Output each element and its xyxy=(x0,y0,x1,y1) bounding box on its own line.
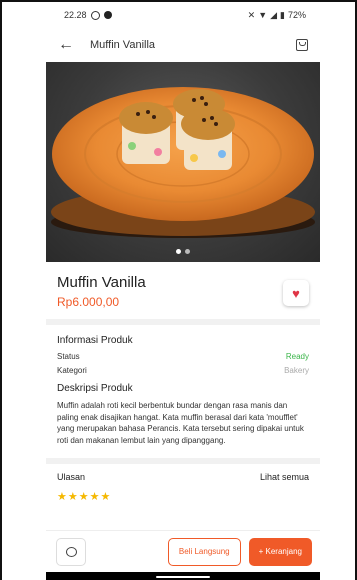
carousel-dot[interactable] xyxy=(185,249,190,254)
battery-percent: 72% xyxy=(287,10,306,20)
product-details: Muffin Vanilla Rp6.000,00 ♥ Informasi Pr… xyxy=(46,262,320,502)
app-bar-title: Muffin Vanilla xyxy=(90,39,156,51)
carousel-indicator xyxy=(46,249,320,254)
status-bar: 22.28 ✕ ▼ ◢ ▮ 72% xyxy=(46,2,320,28)
chat-button[interactable] xyxy=(56,537,86,566)
status-label: Status xyxy=(57,352,80,361)
description-title: Deskripsi Produk xyxy=(57,383,133,394)
product-info-title: Informasi Produk xyxy=(57,335,133,346)
phone-screen: 22.28 ✕ ▼ ◢ ▮ 72% ← Muffin Vanilla Muffi… xyxy=(46,2,320,580)
heart-icon: ♥ xyxy=(292,285,300,301)
signal-icon: ◢ xyxy=(270,9,278,20)
category-label: Kategori xyxy=(57,366,87,375)
status-row: Status Ready xyxy=(57,352,309,361)
back-arrow-icon[interactable]: ← xyxy=(58,36,80,54)
wifi-icon: ▼ xyxy=(258,10,268,20)
home-gesture-handle[interactable] xyxy=(156,576,210,578)
reviews-header: Ulasan Lihat semua xyxy=(46,464,320,490)
system-nav-bar xyxy=(46,572,320,580)
carousel-dot-active[interactable] xyxy=(176,249,181,254)
status-value: Ready xyxy=(285,352,309,361)
product-image-carousel[interactable] xyxy=(46,62,320,262)
notification-dot-icon xyxy=(103,11,112,19)
bottom-action-bar: Beli Langsung + Keranjang xyxy=(46,530,320,572)
battery-icon: ▮ xyxy=(280,9,285,20)
favorite-button[interactable]: ♥ xyxy=(283,280,309,306)
category-row: Kategori Bakery xyxy=(57,366,309,375)
shopping-bag-icon[interactable] xyxy=(296,39,308,51)
add-to-cart-button[interactable]: + Keranjang xyxy=(248,537,312,566)
see-all-reviews-link[interactable]: Lihat semua xyxy=(260,472,309,482)
buy-now-button[interactable]: Beli Langsung xyxy=(167,537,241,566)
description-text: Muffin adalah roti kecil berbentuk bunda… xyxy=(57,401,304,445)
screenshot-frame: 22.28 ✕ ▼ ◢ ▮ 72% ← Muffin Vanilla Muffi… xyxy=(0,0,357,580)
chat-bubble-icon xyxy=(65,546,77,557)
mute-icon: ✕ xyxy=(247,9,256,20)
product-price: Rp6.000,00 xyxy=(57,295,120,309)
product-info-section: Informasi Produk Status Ready Kategori B… xyxy=(46,325,320,448)
category-value: Bakery xyxy=(284,366,309,375)
product-photo xyxy=(51,87,315,238)
status-time: 22.28 xyxy=(64,10,87,20)
review-stars: ★★★★★ xyxy=(57,491,112,502)
app-bar: ← Muffin Vanilla xyxy=(46,28,320,62)
product-name: Muffin Vanilla xyxy=(57,274,146,291)
reviews-title: Ulasan xyxy=(57,472,86,482)
whatsapp-icon xyxy=(90,10,100,20)
